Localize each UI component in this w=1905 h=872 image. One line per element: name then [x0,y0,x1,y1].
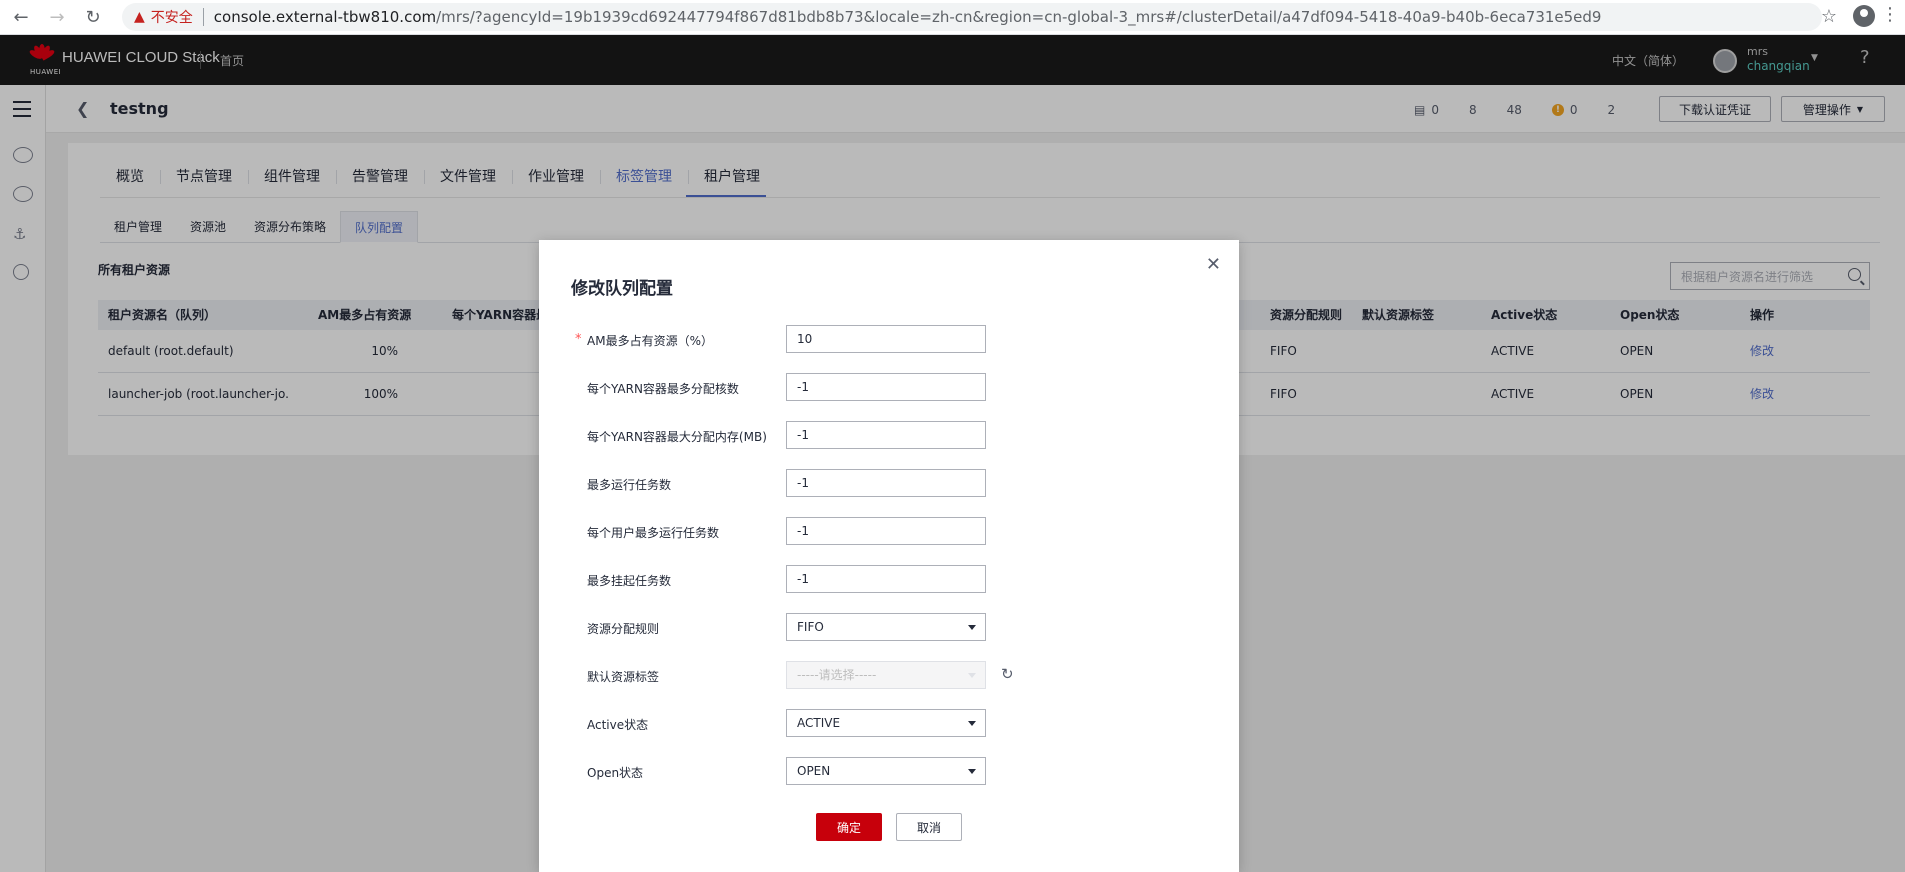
menu-kebab-icon[interactable]: ⋮ [1881,4,1899,25]
select-value: OPEN [797,764,831,778]
default-label-select[interactable]: -----请选择----- [786,661,986,689]
field-label: Active状态 [587,718,649,732]
bookmark-star-icon[interactable]: ☆ [1821,6,1837,27]
field-label: 资源分配规则 [587,622,660,636]
field-label: 每个用户最多运行任务数 [587,526,720,540]
confirm-button[interactable]: 确定 [816,813,882,841]
cancel-button[interactable]: 取消 [896,813,962,841]
forward-arrow-icon[interactable]: → [42,2,72,32]
caret-down-icon [968,769,976,774]
am-max-resource-input[interactable]: 10 [786,325,986,353]
select-placeholder: -----请选择----- [797,668,877,682]
select-value: FIFO [797,620,824,634]
max-pending-apps-input[interactable]: -1 [786,565,986,593]
max-memory-input[interactable]: -1 [786,421,986,449]
max-vcores-input[interactable]: -1 [786,373,986,401]
required-asterisk: * [575,332,582,347]
reload-icon[interactable]: ↻ [78,2,108,32]
refresh-icon[interactable]: ↻ [1001,665,1014,683]
max-running-apps-per-user-input[interactable]: -1 [786,517,986,545]
caret-down-icon [968,673,976,678]
address-bar[interactable]: ▲ 不安全 console.external-tbw810.com/mrs/?a… [122,3,1822,31]
field-label: Open状态 [587,766,644,780]
warning-triangle-icon: ▲ [134,9,145,25]
field-label: 每个YARN容器最多分配核数 [587,382,739,396]
max-running-apps-input[interactable]: -1 [786,469,986,497]
browser-toolbar: ← → ↻ ▲ 不安全 console.external-tbw810.com /… [0,0,1905,35]
url-separator [202,8,204,26]
caret-down-icon [968,625,976,630]
back-arrow-icon[interactable]: ← [6,2,36,32]
account-icon[interactable] [1853,5,1875,27]
field-label: AM最多占有资源（%） [587,334,713,348]
field-label: 每个YARN容器最大分配内存(MB) [587,430,767,444]
url-host: console.external-tbw810.com [213,8,437,26]
field-label: 最多挂起任务数 [587,574,672,588]
close-icon[interactable]: ✕ [1206,254,1221,275]
open-state-select[interactable]: OPEN [786,757,986,785]
caret-down-icon [968,721,976,726]
select-value: ACTIVE [797,716,841,730]
dialog-title: 修改队列配置 [571,279,673,299]
active-state-select[interactable]: ACTIVE [786,709,986,737]
edit-queue-dialog: 修改队列配置 ✕ * AM最多占有资源（%） 10 每个YARN容器最多分配核数… [539,240,1239,872]
insecure-label: 不安全 [150,10,193,26]
field-label: 最多运行任务数 [587,478,672,492]
field-label: 默认资源标签 [587,670,660,684]
allocation-rule-select[interactable]: FIFO [786,613,986,641]
url-path: /mrs/?agencyId=19b1939cd692447794f867d81… [436,8,1602,26]
